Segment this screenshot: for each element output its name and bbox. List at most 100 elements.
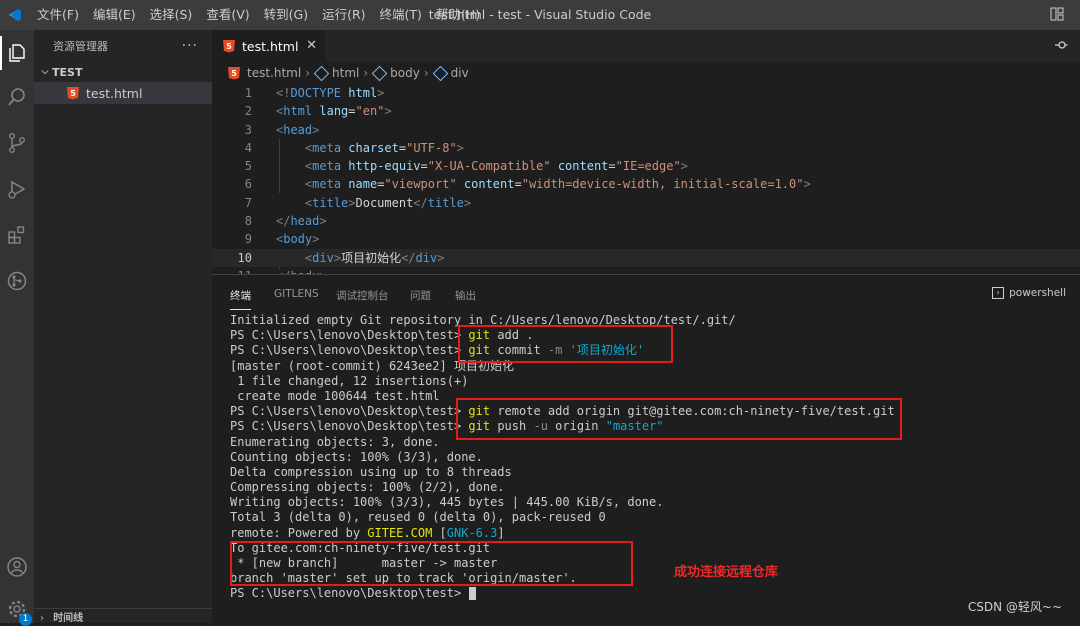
code-token: >: [348, 195, 356, 210]
source-control-icon[interactable]: [0, 126, 34, 160]
breadcrumb-item-body[interactable]: body: [390, 66, 420, 80]
editor-tab-bar: 5 test.html ✕: [212, 30, 1080, 62]
annotation-text: 成功连接远程仓库: [674, 565, 779, 580]
terminal-shell-selector[interactable]: › powershell: [992, 287, 1066, 299]
tab-gitlens[interactable]: GITLENS: [274, 288, 319, 300]
code-token: =: [514, 177, 522, 192]
activity-bar: 1: [0, 30, 34, 626]
terminal-text: Counting objects: 100% (3/3), done.: [230, 449, 483, 464]
panel-tabs: 终端 GITLENS 调试控制台 问题 输出 › powershell: [212, 275, 1080, 310]
line-number: 10: [237, 250, 252, 265]
code-token: title: [427, 195, 464, 210]
breadcrumb-item-file[interactable]: test.html: [247, 66, 301, 80]
code-token: =: [420, 159, 428, 174]
search-icon[interactable]: [0, 80, 34, 114]
tab-problems[interactable]: 问题: [410, 288, 431, 303]
menu-item[interactable]: 编辑(E): [86, 0, 143, 30]
terminal-text: Enumerating objects: 3, done.: [230, 434, 440, 449]
breadcrumb-item-html[interactable]: html: [332, 66, 359, 80]
close-icon[interactable]: ✕: [306, 38, 317, 53]
terminal-line: PS C:\Users\lenovo\Desktop\test>: [230, 586, 895, 601]
code-line[interactable]: 10 <div>项目初始化</div>: [212, 248, 1080, 267]
line-number: 3: [244, 122, 252, 137]
account-icon[interactable]: [0, 550, 34, 584]
run-debug-icon[interactable]: [0, 172, 34, 206]
terminal-text: Compressing objects: 100% (2/2), done.: [230, 480, 505, 495]
more-actions-icon[interactable]: ···: [182, 38, 198, 54]
extensions-icon[interactable]: [0, 218, 34, 252]
tab-terminal[interactable]: 终端: [230, 288, 251, 310]
code-token: html: [348, 86, 378, 100]
sidebar-title: 资源管理器: [53, 40, 108, 53]
settings-icon[interactable]: 1: [0, 592, 34, 626]
menu-item[interactable]: 转到(G): [257, 0, 315, 30]
code-token: name: [348, 177, 378, 192]
code-text: <meta charset="UTF-8">: [276, 139, 464, 157]
code-token: "width=device-width, initial-scale=1.0": [521, 177, 804, 192]
code-line[interactable]: 9 <body>: [212, 230, 1080, 248]
explorer-icon[interactable]: [0, 36, 34, 70]
code-token: div: [415, 250, 438, 265]
code-token: >: [384, 104, 392, 119]
gitlens-icon[interactable]: [0, 264, 34, 298]
folder-test[interactable]: ⌵ TEST: [34, 62, 212, 82]
code-editor[interactable]: 1 <!DOCTYPE html> 2 <html lang="en"> 3 <head>…: [212, 84, 1080, 274]
code-line[interactable]: 11 </body>: [212, 267, 1080, 274]
line-number: 2: [244, 104, 252, 119]
menu-item[interactable]: 帮助(H): [429, 0, 487, 30]
breadcrumb-item-div[interactable]: div: [451, 66, 469, 80]
terminal-text: PS C:\Users\lenovo\Desktop\test>: [230, 586, 469, 601]
breadcrumb: 5 test.html › html › body › div: [212, 62, 1080, 84]
code-token: html: [283, 104, 313, 119]
code-token: "UTF-8": [406, 140, 457, 155]
menu-item[interactable]: 运行(R): [315, 0, 372, 30]
code-token: >: [377, 86, 385, 100]
html5-file-icon: 5: [223, 39, 235, 53]
code-line[interactable]: 5 <meta http-equiv="X-UA-Compatible" con…: [212, 157, 1080, 175]
settings-badge: 1: [19, 613, 32, 626]
code-token: content: [557, 159, 609, 174]
tab-test-html[interactable]: 5 test.html ✕: [212, 30, 325, 62]
highlight-box-commit: [458, 325, 673, 363]
code-token: meta: [312, 159, 342, 174]
customize-layout-icon[interactable]: [1050, 7, 1064, 24]
code-token: Document: [355, 195, 414, 210]
code-token: "viewport": [384, 177, 457, 192]
line-number: 8: [244, 214, 252, 229]
code-line[interactable]: 8 </head>: [212, 212, 1080, 230]
open-changes-icon[interactable]: [1054, 38, 1068, 56]
highlight-box-remote: [456, 398, 902, 440]
menu-item[interactable]: 终端(T): [373, 0, 429, 30]
code-token: head: [290, 214, 320, 229]
tab-output[interactable]: 输出: [455, 288, 476, 303]
code-line[interactable]: 2 <html lang="en">: [212, 102, 1080, 120]
code-token: content: [463, 177, 515, 192]
code-line[interactable]: 7 <title>Document</title>: [212, 194, 1080, 212]
code-text: <!DOCTYPE html>: [276, 84, 384, 102]
terminal-text: Writing objects: 100% (3/3), 445 bytes |…: [230, 495, 664, 510]
tab-debug-console[interactable]: 调试控制台: [336, 288, 389, 303]
code-text: <meta http-equiv="X-UA-Compatible" conte…: [276, 157, 688, 175]
terminal-text: Total 3 (delta 0), reused 0 (delta 0), p…: [230, 510, 606, 525]
terminal-text: PS C:\Users\lenovo\Desktop\test>: [230, 404, 469, 419]
file-label: test.html: [86, 85, 143, 101]
code-line[interactable]: 1 <!DOCTYPE html>: [212, 84, 1080, 102]
menu-item[interactable]: 选择(S): [143, 0, 200, 30]
code-text: </body>: [276, 267, 327, 274]
menu-item[interactable]: 文件(F): [30, 0, 86, 30]
code-line[interactable]: 6 <meta name="viewport" content="width=d…: [212, 175, 1080, 193]
timeline-section[interactable]: › 时间线: [34, 608, 218, 624]
code-token: div: [312, 250, 334, 265]
shell-label: powershell: [1009, 287, 1066, 299]
file-item-test-html[interactable]: 5 test.html: [34, 82, 212, 104]
code-token: charset: [348, 140, 399, 155]
code-line[interactable]: 3 <head>: [212, 121, 1080, 139]
code-token: title: [312, 195, 349, 210]
chevron-right-icon: ›: [423, 66, 429, 80]
code-token: "X-UA-Compatible": [427, 159, 551, 174]
code-line[interactable]: 4 <meta charset="UTF-8">: [212, 139, 1080, 157]
terminal-text: 1 file changed, 12 insertions(+): [230, 373, 469, 388]
menu-item[interactable]: 查看(V): [199, 0, 256, 30]
